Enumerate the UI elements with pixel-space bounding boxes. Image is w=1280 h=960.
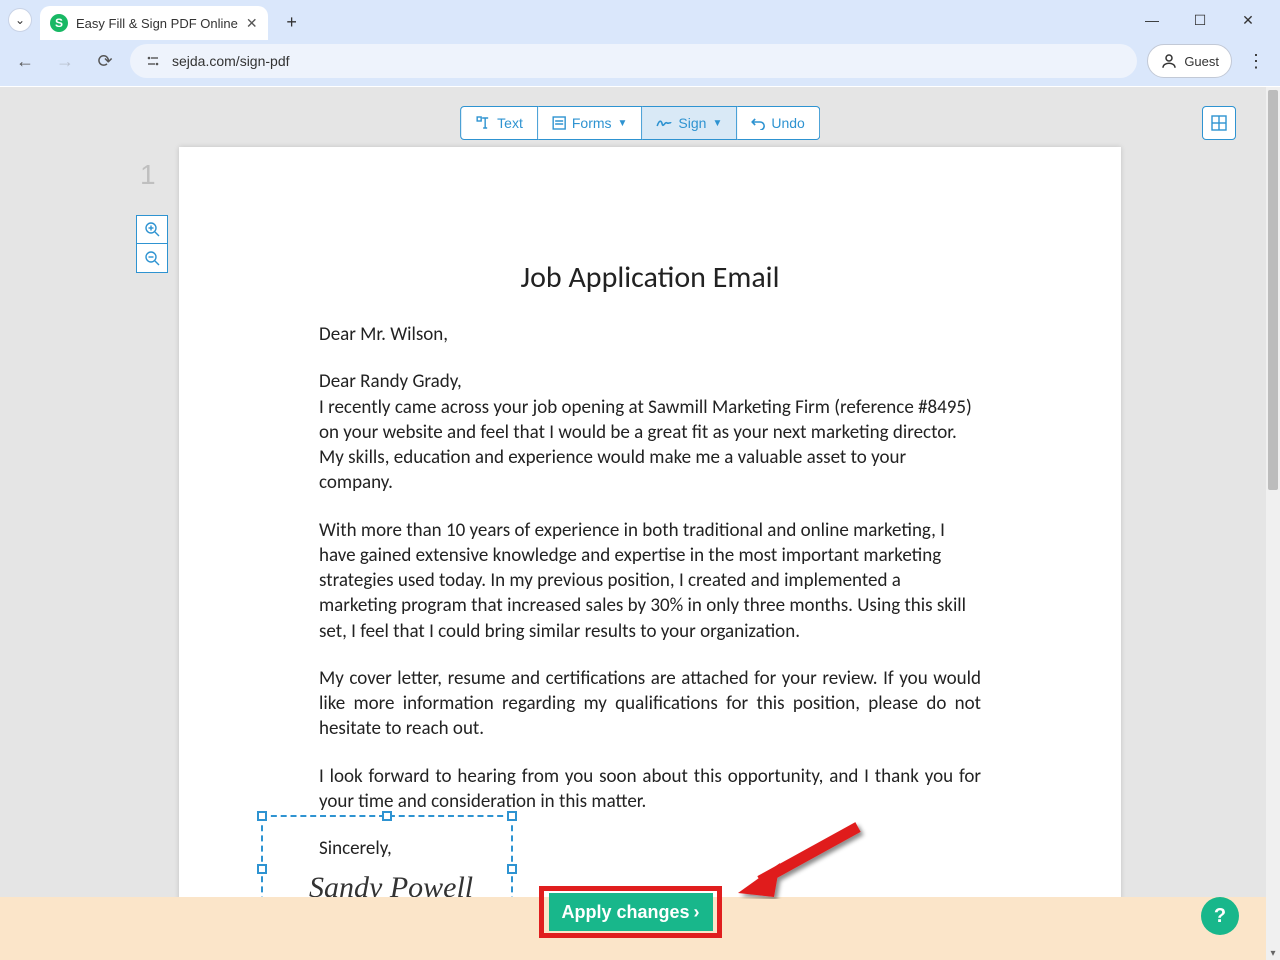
page-number-label: 1 xyxy=(140,159,156,191)
tab-title: Easy Fill & Sign PDF Online xyxy=(76,16,238,31)
thumbnails-button[interactable] xyxy=(1202,106,1236,140)
help-button[interactable]: ? xyxy=(1201,897,1239,935)
signature-icon xyxy=(656,117,672,129)
undo-label: Undo xyxy=(771,115,804,131)
site-settings-icon[interactable] xyxy=(144,52,162,70)
zoom-out-button[interactable] xyxy=(137,244,167,272)
person-icon xyxy=(1160,52,1178,70)
resize-handle[interactable] xyxy=(507,811,517,821)
caret-down-icon: ▼ xyxy=(618,118,628,129)
annotation-highlight-box: Apply changes › xyxy=(539,886,722,938)
guest-label: Guest xyxy=(1184,54,1219,69)
maximize-icon[interactable]: ☐ xyxy=(1180,4,1220,36)
greeting-2: Dear Randy Grady, xyxy=(319,369,981,394)
caret-down-icon: ▼ xyxy=(712,118,722,129)
editor-toolbar: Text Forms ▼ Sign ▼ Undo xyxy=(460,106,820,140)
paragraph-4: I look forward to hearing from you soon … xyxy=(319,764,981,815)
forms-tool-label: Forms xyxy=(572,115,612,131)
minimize-icon[interactable]: ― xyxy=(1132,4,1172,36)
chevron-right-icon: › xyxy=(694,902,700,923)
resize-handle[interactable] xyxy=(257,811,267,821)
scroll-down-icon[interactable]: ▾ xyxy=(1266,946,1280,960)
grid-icon xyxy=(1211,115,1227,131)
text-tool-button[interactable]: Text xyxy=(460,106,538,140)
sign-tool-label: Sign xyxy=(678,115,706,131)
browser-menu-icon[interactable]: ⋮ xyxy=(1242,47,1270,75)
resize-handle[interactable] xyxy=(382,811,392,821)
tab-search-dropdown[interactable]: ⌄ xyxy=(8,8,32,32)
undo-icon xyxy=(751,116,765,130)
close-tab-icon[interactable]: ✕ xyxy=(246,15,258,32)
apply-changes-button[interactable]: Apply changes › xyxy=(549,893,713,931)
profile-chip[interactable]: Guest xyxy=(1147,44,1232,78)
text-icon xyxy=(475,115,491,131)
zoom-in-button[interactable] xyxy=(137,216,167,244)
sign-tool-button[interactable]: Sign ▼ xyxy=(642,106,737,140)
forms-tool-button[interactable]: Forms ▼ xyxy=(538,106,643,140)
paragraph-3: My cover letter, resume and certificatio… xyxy=(319,666,981,742)
reload-button[interactable]: ⟳ xyxy=(90,46,120,76)
text-tool-label: Text xyxy=(497,115,523,131)
forms-icon xyxy=(552,116,566,130)
address-bar[interactable]: sejda.com/sign-pdf xyxy=(130,44,1137,78)
zoom-controls xyxy=(136,215,168,273)
forward-button[interactable]: → xyxy=(50,46,80,76)
new-tab-button[interactable]: + xyxy=(278,8,306,36)
paragraph-2: With more than 10 years of experience in… xyxy=(319,518,981,644)
zoom-in-icon xyxy=(145,222,160,237)
sejda-favicon: S xyxy=(50,14,68,32)
scroll-thumb[interactable] xyxy=(1268,90,1278,490)
undo-button[interactable]: Undo xyxy=(737,106,819,140)
apply-changes-label: Apply changes xyxy=(561,902,689,923)
resize-handle[interactable] xyxy=(507,864,517,874)
greeting-1: Dear Mr. Wilson, xyxy=(319,322,981,347)
zoom-out-icon xyxy=(145,251,160,266)
browser-tab[interactable]: S Easy Fill & Sign PDF Online ✕ xyxy=(40,6,268,40)
document-title: Job Application Email xyxy=(319,259,981,296)
url-text: sejda.com/sign-pdf xyxy=(172,53,290,69)
back-button[interactable]: ← xyxy=(10,46,40,76)
paragraph-1: I recently came across your job opening … xyxy=(319,395,981,496)
resize-handle[interactable] xyxy=(257,864,267,874)
close-window-icon[interactable]: ✕ xyxy=(1228,4,1268,36)
help-icon: ? xyxy=(1214,905,1226,928)
annotation-arrow xyxy=(730,819,870,899)
vertical-scrollbar[interactable]: ▴ ▾ xyxy=(1266,87,1280,960)
